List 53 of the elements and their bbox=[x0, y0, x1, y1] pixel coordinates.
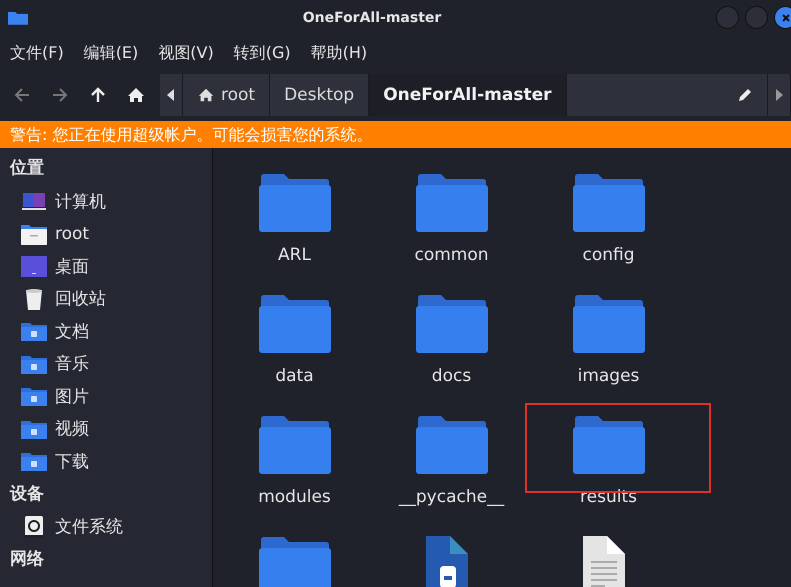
file-name: modules bbox=[258, 487, 331, 507]
file-name: docs bbox=[432, 366, 472, 386]
sidebar-heading: 网络 bbox=[9, 548, 45, 571]
sidebar-heading: 位置 bbox=[8, 157, 45, 180]
desktop-icon bbox=[21, 254, 47, 278]
file-name: __pycache__ bbox=[398, 487, 504, 507]
sidebar-item[interactable]: 视频 bbox=[55, 417, 89, 440]
folder-icon[interactable] bbox=[572, 415, 644, 475]
file-name: config bbox=[582, 245, 635, 265]
menu-item[interactable]: 转到(G) bbox=[228, 43, 297, 64]
path-button[interactable]: root bbox=[183, 74, 270, 116]
home-icon[interactable] bbox=[126, 85, 146, 105]
folder-icon[interactable] bbox=[416, 294, 488, 354]
sidebar-item[interactable]: 回收站 bbox=[55, 287, 106, 310]
path-button[interactable]: OneForAll-master bbox=[369, 74, 566, 116]
path-button[interactable]: Desktop bbox=[270, 74, 370, 116]
file-name: common bbox=[414, 245, 489, 265]
scroll-left-button[interactable] bbox=[160, 74, 183, 116]
folder-icon[interactable] bbox=[572, 173, 644, 233]
sidebar-item[interactable]: 音乐 bbox=[55, 352, 89, 376]
file-name: images bbox=[578, 366, 640, 386]
sidebar-item[interactable]: 文档 bbox=[55, 320, 89, 343]
menu-item[interactable]: 编辑(E) bbox=[78, 43, 144, 64]
file-name: ARL bbox=[278, 245, 311, 265]
folder-icon[interactable] bbox=[258, 536, 330, 587]
folder-icon bbox=[8, 10, 28, 25]
window-title: OneForAll-master bbox=[302, 10, 442, 26]
home-icon bbox=[197, 86, 215, 104]
menu-item[interactable]: 视图(V) bbox=[152, 43, 220, 64]
folder-icon[interactable] bbox=[416, 173, 488, 233]
file-name: data bbox=[275, 366, 314, 386]
sidebar-item[interactable]: 下载 bbox=[55, 450, 89, 473]
right-triangle-icon bbox=[775, 89, 783, 101]
sidebar-heading: 设备 bbox=[8, 482, 45, 506]
menu-item[interactable]: 文件(F) bbox=[4, 43, 70, 64]
close-button[interactable] bbox=[774, 6, 791, 29]
sidebar-item[interactable]: root bbox=[55, 224, 90, 244]
folder-icon[interactable] bbox=[416, 415, 488, 475]
warning-banner: 警告: 您正在使用超级帐户。可能会损害您的系统。 bbox=[0, 121, 791, 148]
folder-icon[interactable] bbox=[572, 294, 644, 354]
sidebar-item[interactable]: 桌面 bbox=[55, 254, 89, 278]
folder-icon[interactable] bbox=[258, 173, 330, 233]
edit-path-button[interactable] bbox=[723, 74, 768, 116]
sidebar-item[interactable]: 计算机 bbox=[55, 190, 106, 213]
scroll-right-button[interactable] bbox=[768, 74, 791, 116]
sidebar-item[interactable]: 文件系统 bbox=[55, 515, 123, 538]
pencil-icon bbox=[737, 87, 753, 103]
sidebar-item[interactable]: 图片 bbox=[55, 384, 89, 408]
close-icon bbox=[780, 12, 790, 22]
left-triangle-icon bbox=[167, 89, 175, 101]
menu-item[interactable]: 帮助(H) bbox=[304, 43, 374, 64]
folder-icon[interactable] bbox=[258, 415, 330, 475]
folder-icon[interactable] bbox=[258, 294, 330, 354]
